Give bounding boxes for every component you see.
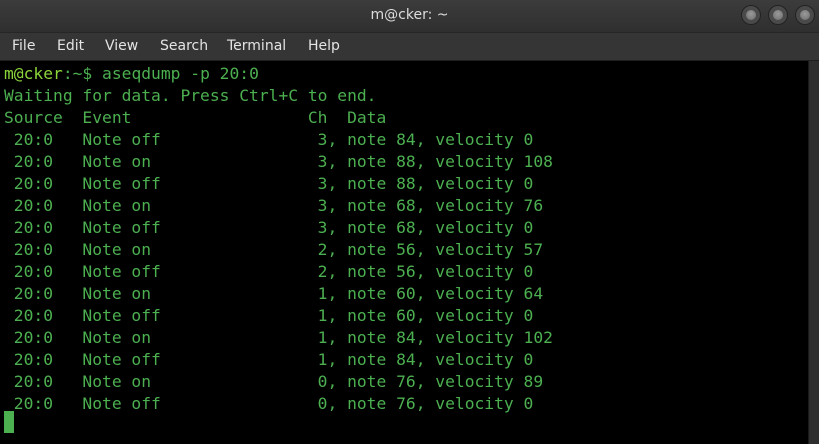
close-button[interactable] <box>795 5 815 25</box>
prompt-user: m@cker <box>4 64 63 83</box>
event-row: 20:0 Note off 2, note 56, velocity 0 <box>4 262 534 281</box>
event-row: 20:0 Note off 3, note 68, velocity 0 <box>4 218 534 237</box>
title-bar[interactable]: m@cker: ~ <box>0 0 819 33</box>
event-row: 20:0 Note off 3, note 88, velocity 0 <box>4 174 534 193</box>
menu-file[interactable]: File <box>12 38 35 54</box>
event-row: 20:0 Note off 1, note 60, velocity 0 <box>4 306 534 325</box>
event-row: 20:0 Note on 2, note 56, velocity 57 <box>4 240 544 259</box>
event-row: 20:0 Note on 3, note 88, velocity 108 <box>4 152 553 171</box>
text-cursor <box>4 411 14 433</box>
maximize-button[interactable] <box>768 5 788 25</box>
menu-help[interactable]: Help <box>308 38 340 54</box>
event-row: 20:0 Note on 1, note 84, velocity 102 <box>4 328 553 347</box>
menu-terminal[interactable]: Terminal <box>227 38 286 54</box>
minimize-button[interactable] <box>741 5 761 25</box>
event-row: 20:0 Note off 1, note 84, velocity 0 <box>4 350 534 369</box>
column-header: Source Event Ch Data <box>4 108 387 127</box>
window-title: m@cker: ~ <box>370 7 449 23</box>
event-row: 20:0 Note off 3, note 84, velocity 0 <box>4 130 534 149</box>
menu-edit[interactable]: Edit <box>57 38 84 54</box>
event-row: 20:0 Note on 3, note 68, velocity 76 <box>4 196 544 215</box>
vertical-scrollbar[interactable] <box>808 61 819 444</box>
status-line: Waiting for data. Press Ctrl+C to end. <box>4 86 377 105</box>
prompt-path: :~$ <box>62 64 103 83</box>
prompt-line: m@cker:~$ aseqdump -p 20:0 <box>4 63 259 85</box>
terminal-window: m@cker: ~ File Edit View Search Terminal… <box>0 0 819 444</box>
event-row: 20:0 Note on 1, note 60, velocity 64 <box>4 284 544 303</box>
terminal-output[interactable]: m@cker:~$ aseqdump -p 20:0 Waiting for d… <box>0 61 808 444</box>
command-text: aseqdump -p 20:0 <box>102 64 259 83</box>
menu-view[interactable]: View <box>105 38 138 54</box>
event-row: 20:0 Note on 0, note 76, velocity 89 <box>4 372 544 391</box>
menu-search[interactable]: Search <box>160 38 208 54</box>
event-row: 20:0 Note off 0, note 76, velocity 0 <box>4 394 534 413</box>
menu-bar: File Edit View Search Terminal Help <box>0 33 819 61</box>
